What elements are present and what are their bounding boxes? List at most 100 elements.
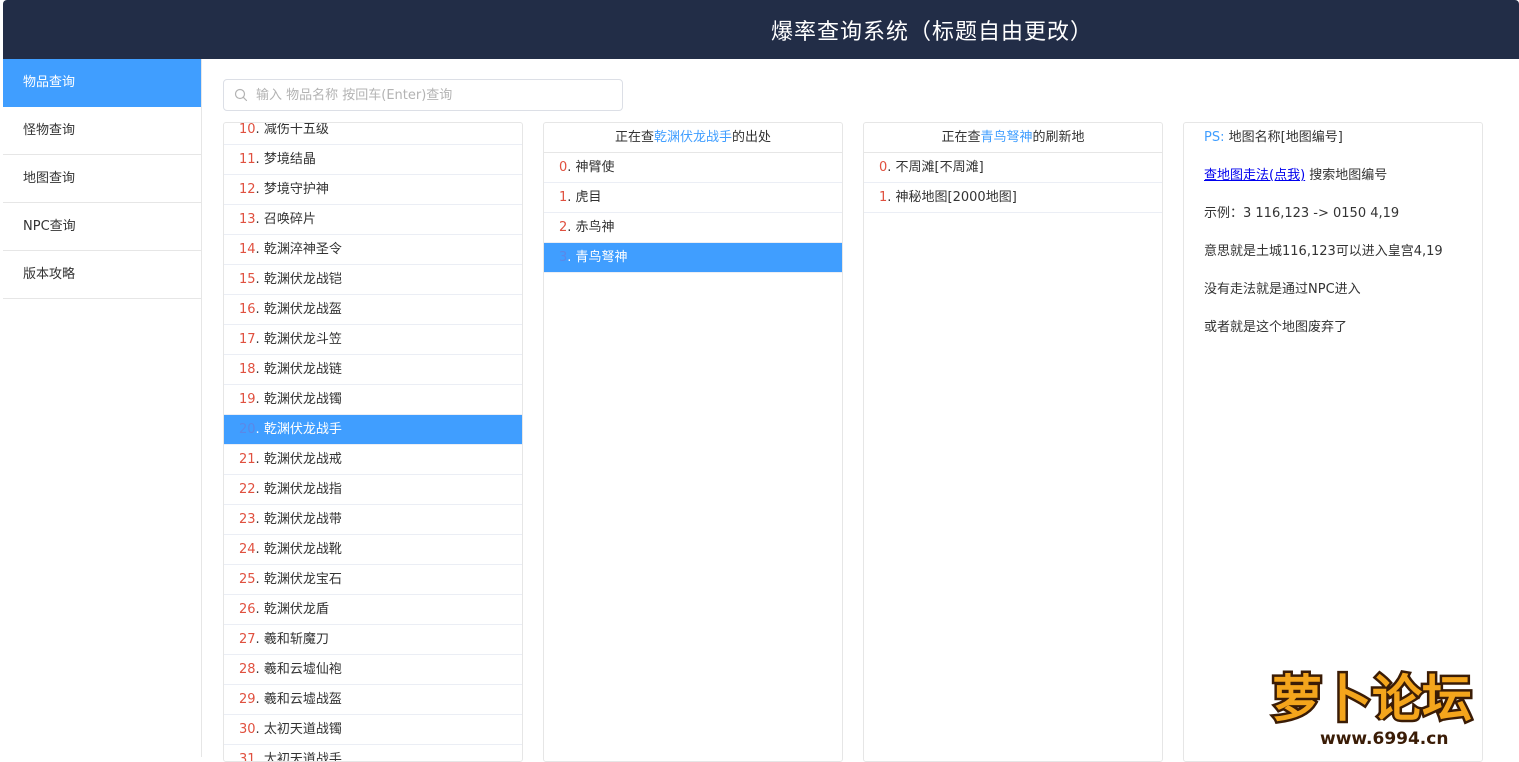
item-row[interactable]: 25. 乾渊伏龙宝石 [224,565,522,595]
row-number: 13 [239,212,256,227]
row-separator: . [255,302,264,317]
row-number: 24 [239,542,256,557]
info-ps-line: PS: 地图名称[地图编号] [1204,130,1482,168]
ps-label: PS: [1204,130,1225,145]
row-separator: . [255,632,264,647]
sidebar: 物品查询 怪物查询 地图查询 NPC查询 版本攻略 [3,59,202,757]
item-row[interactable]: 24. 乾渊伏龙战靴 [224,535,522,565]
row-label: 乾渊伏龙战带 [263,512,342,527]
item-row[interactable]: 13. 召唤碎片 [224,205,522,235]
sidebar-item-guide[interactable]: 版本攻略 [3,251,201,299]
row-number: 23 [239,512,256,527]
search-box[interactable] [223,79,623,111]
monster-row[interactable]: 2. 赤鸟神 [544,213,842,243]
row-number: 17 [239,332,256,347]
row-label: 乾渊伏龙战指 [263,482,342,497]
item-row[interactable]: 12. 梦境守护神 [224,175,522,205]
row-separator: . [255,122,264,137]
row-label: 乾渊淬神圣令 [263,242,342,257]
map-head-suffix: 的刷新地 [1032,130,1085,145]
row-number: 15 [239,272,256,287]
info-no-route: 没有走法就是通过NPC进入 [1204,282,1361,297]
item-row[interactable]: 17. 乾渊伏龙斗笠 [224,325,522,355]
row-number: 16 [239,302,256,317]
row-separator: . [255,752,264,762]
map-panel-header: 正在查青鸟弩神的刷新地 [864,123,1162,153]
sidebar-item-item-query[interactable]: 物品查询 [3,59,201,107]
monster-row[interactable]: 1. 虎目 [544,183,842,213]
monster-panel-header: 正在查乾渊伏龙战手的出处 [544,123,842,153]
row-separator: . [255,602,264,617]
item-row[interactable]: 28. 羲和云墟仙袍 [224,655,522,685]
row-label: 太初天道战镯 [263,722,342,737]
row-number: 28 [239,662,256,677]
map-route-link[interactable]: 查地图走法(点我) [1204,168,1305,183]
monster-list: 0. 神臂使 1. 虎目 2. 赤鸟神 3. 青鸟弩神 [544,153,842,273]
row-separator: . [887,160,896,175]
map-row[interactable]: 1. 神秘地图[2000地图] [864,183,1162,213]
item-row[interactable]: 11. 梦境结晶 [224,145,522,175]
row-number: 31 [239,752,256,762]
row-separator: . [255,692,264,707]
search-input[interactable] [256,80,616,110]
row-number: 12 [239,182,256,197]
svg-text:www.6994.cn: www.6994.cn [1320,729,1448,749]
ps-text: 地图名称[地图编号] [1228,130,1343,145]
row-separator: . [255,482,264,497]
monster-head-suffix: 的出处 [732,130,772,145]
item-row[interactable]: 30. 太初天道战镯 [224,715,522,745]
monster-head-item: 乾渊伏龙战手 [653,130,732,145]
item-row[interactable]: 22. 乾渊伏龙战指 [224,475,522,505]
row-label: 神秘地图[2000地图] [895,190,1017,205]
row-label: 乾渊伏龙战戒 [263,452,342,467]
row-label: 减伤十五级 [263,122,329,137]
row-label: 乾渊伏龙战铠 [263,272,342,287]
sidebar-item-monster-query[interactable]: 怪物查询 [3,107,201,155]
sidebar-item-npc-query[interactable]: NPC查询 [3,203,201,251]
item-row[interactable]: 15. 乾渊伏龙战铠 [224,265,522,295]
row-separator: . [255,182,264,197]
row-separator: . [887,190,896,205]
item-row[interactable]: 19. 乾渊伏龙战镯 [224,385,522,415]
item-row[interactable]: 21. 乾渊伏龙战戒 [224,445,522,475]
item-row[interactable]: 29. 羲和云墟战盔 [224,685,522,715]
monster-panel: 正在查乾渊伏龙战手的出处 0. 神臂使 1. 虎目 2. 赤鸟神 3. 青鸟弩神 [543,122,843,762]
row-label: 梦境守护神 [263,182,329,197]
row-separator: . [255,272,264,287]
row-number: 11 [239,152,256,167]
item-row[interactable]: 18. 乾渊伏龙战链 [224,355,522,385]
row-label: 不周滩[不周滩] [895,160,984,175]
info-link-line: 查地图走法(点我) 搜索地图编号 [1204,168,1482,206]
monster-row[interactable]: 3. 青鸟弩神 [544,243,842,273]
row-label: 梦境结晶 [263,152,316,167]
monster-row[interactable]: 0. 神臂使 [544,153,842,183]
info-example: 示例：3 116,123 -> 0150 4,19 [1204,206,1400,221]
item-row[interactable]: 14. 乾渊淬神圣令 [224,235,522,265]
item-row[interactable]: 27. 羲和斩魔刀 [224,625,522,655]
item-row[interactable]: 20. 乾渊伏龙战手 [224,415,522,445]
item-list-panel: 10. 减伤十五级 11. 梦境结晶 12. 梦境守护神 13. 召唤碎片 14. 乾渊… [223,122,523,762]
map-panel: 正在查青鸟弩神的刷新地 0. 不周滩[不周滩] 1. 神秘地图[2000地图] [863,122,1163,762]
map-list: 0. 不周滩[不周滩] 1. 神秘地图[2000地图] [864,153,1162,213]
info-abandoned: 或者就是这个地图废弃了 [1204,320,1348,335]
item-row[interactable]: 10. 减伤十五级 [224,122,522,145]
header-bar: 爆率查询系统（标题自由更改） [3,0,1519,59]
row-separator: . [567,160,576,175]
row-separator: . [255,722,264,737]
row-label: 乾渊伏龙盾 [263,602,329,617]
item-row[interactable]: 26. 乾渊伏龙盾 [224,595,522,625]
map-row[interactable]: 0. 不周滩[不周滩] [864,153,1162,183]
item-row[interactable]: 23. 乾渊伏龙战带 [224,505,522,535]
item-row[interactable]: 31. 太初天道战手 [224,745,522,762]
row-separator: . [255,212,264,227]
row-label: 羲和云墟仙袍 [263,662,342,677]
row-number: 21 [239,452,256,467]
item-list: 10. 减伤十五级 11. 梦境结晶 12. 梦境守护神 13. 召唤碎片 14. 乾渊… [224,122,522,762]
sidebar-item-map-query[interactable]: 地图查询 [3,155,201,203]
row-number: 27 [239,632,256,647]
page-title: 爆率查询系统（标题自由更改） [771,20,1094,45]
row-separator: . [255,422,264,437]
item-row[interactable]: 16. 乾渊伏龙战盔 [224,295,522,325]
row-label: 乾渊伏龙战手 [263,422,342,437]
row-label: 乾渊伏龙战盔 [263,302,342,317]
